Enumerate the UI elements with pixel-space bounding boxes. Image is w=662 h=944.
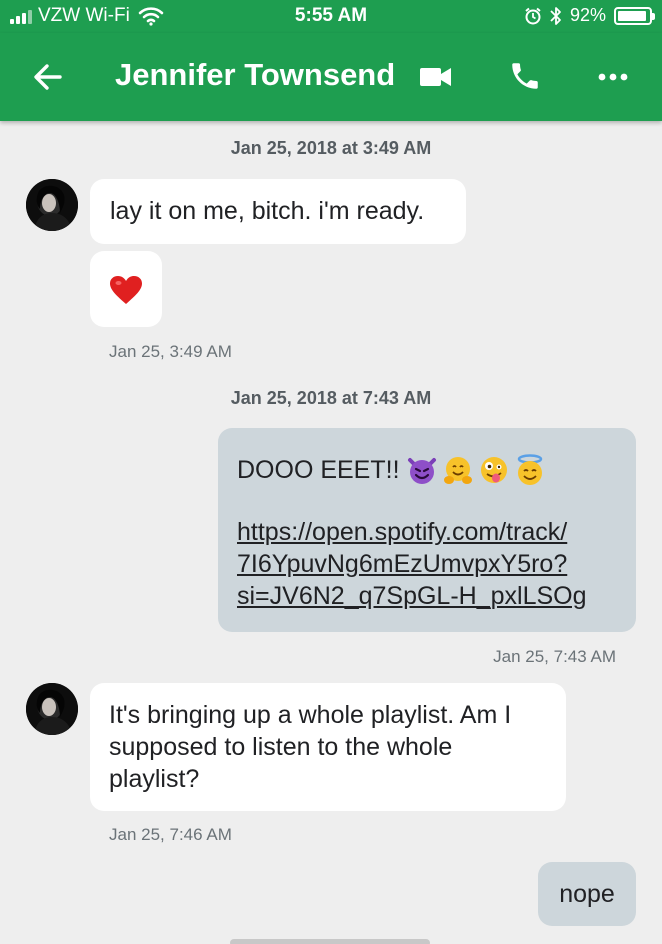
heart-emoji-icon xyxy=(110,276,142,304)
date-header: Jan 25, 2018 at 7:43 AM xyxy=(230,388,432,408)
message-bubble-incoming[interactable] xyxy=(90,251,162,327)
message-line: It's bringing up a whole playlist. Am I xyxy=(109,701,512,729)
message-bubble-outgoing[interactable]: DOOO EEET!! https://open.spotify.com/tra… xyxy=(218,428,636,632)
scroll-indicator xyxy=(230,939,430,944)
avatar-image xyxy=(26,179,78,231)
message-text: DOOO EEET!! xyxy=(237,456,400,484)
link-line: https://open.spotify.com/track/ xyxy=(237,518,568,546)
message-line: playlist? xyxy=(109,765,200,793)
app-bar: Jennifer Townsend xyxy=(0,33,662,121)
message-text: lay it on me, bitch. i'm ready. xyxy=(110,197,425,225)
message-bubble-outgoing[interactable]: nope xyxy=(538,862,636,926)
message-timestamp: Jan 25, 7:43 AM xyxy=(493,647,616,666)
alarm-icon xyxy=(525,7,541,24)
message-line: supposed to listen to the whole xyxy=(109,733,453,761)
avatar-image xyxy=(26,683,78,735)
message-list[interactable]: Jan 25, 2018 at 3:49 AM lay it on me, bi… xyxy=(0,121,662,944)
bluetooth-icon xyxy=(550,6,561,25)
message-bubble-incoming[interactable]: It's bringing up a whole playlist. Am I … xyxy=(90,683,566,811)
video-call-icon[interactable] xyxy=(418,63,454,91)
battery-fill xyxy=(618,10,646,21)
status-bar: VZW Wi-Fi 5:55 AM 92% xyxy=(0,0,662,33)
date-header: Jan 25, 2018 at 3:49 AM xyxy=(230,138,432,158)
message-link[interactable]: https://open.spotify.com/track/ 7I6YpuvN… xyxy=(237,516,618,612)
back-arrow-icon[interactable] xyxy=(30,59,66,95)
message-bubble-incoming[interactable]: lay it on me, bitch. i'm ready. xyxy=(90,179,466,244)
message-text: nope xyxy=(559,880,615,908)
link-line: si=JV6N2_q7SpGL-H_pxlLSOg xyxy=(237,582,587,610)
halo-face-emoji-icon xyxy=(517,454,542,485)
status-right: 92% xyxy=(524,5,655,26)
avatar[interactable] xyxy=(26,179,78,231)
more-icon[interactable] xyxy=(596,69,630,85)
message-timestamp: Jan 25, 7:46 AM xyxy=(109,825,232,844)
message-text: It's bringing up a whole playlist. Am I … xyxy=(109,699,547,795)
emoji-row xyxy=(406,454,546,486)
battery-percent: 92% xyxy=(569,5,606,25)
battery-icon xyxy=(614,6,655,25)
conversation-title: Jennifer Townsend xyxy=(115,57,396,92)
hugging-face-emoji-icon xyxy=(443,457,472,484)
smiling-devil-emoji-icon xyxy=(407,458,436,484)
avatar[interactable] xyxy=(26,683,78,735)
zany-face-emoji-icon xyxy=(480,457,507,483)
phone-icon[interactable] xyxy=(508,59,542,93)
link-line: 7I6YpuvNg6mEzUmvpxY5ro? xyxy=(237,550,568,578)
message-timestamp: Jan 25, 3:49 AM xyxy=(109,342,232,361)
